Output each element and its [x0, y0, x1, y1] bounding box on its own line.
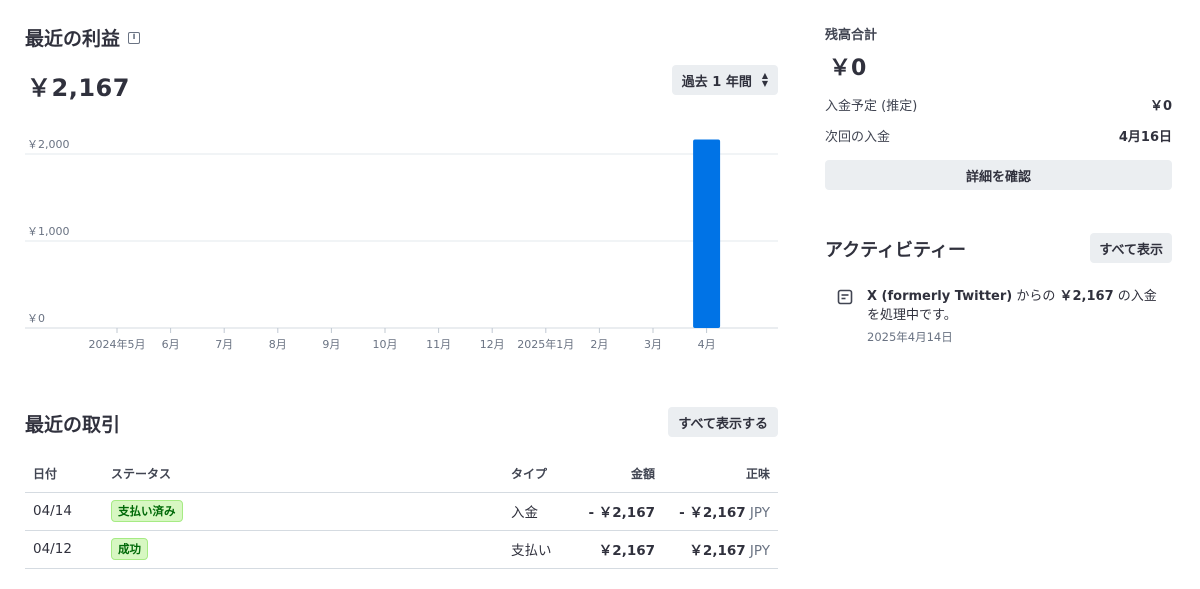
status-badge: 成功	[111, 538, 148, 560]
x-tick-label: 9月	[322, 338, 340, 351]
x-tick-label: 8月	[269, 338, 287, 351]
tx-net: ￥2,167	[689, 543, 746, 559]
balance-amount: ￥0	[829, 56, 867, 81]
y-tick-label: ￥0	[27, 312, 45, 325]
next-payout-label: 次回の入金	[825, 130, 891, 145]
period-select-label: 過去 1 年間	[681, 74, 752, 90]
next-payout-row: 次回の入金 4月16日	[825, 126, 1172, 145]
x-tick-label: 2024年5月	[89, 337, 146, 351]
tx-date: 04/12	[25, 530, 103, 569]
activity-source: X (formerly Twitter)	[867, 289, 1013, 304]
earnings-amount: ￥2,167	[27, 74, 130, 102]
x-tick-label: 10月	[373, 338, 398, 351]
tx-amount: - ￥2,167	[573, 492, 663, 531]
table-row[interactable]: 04/14 支払い済み 入金 - ￥2,167 - ￥2,167 JPY	[25, 492, 778, 531]
transactions-title: 最近の取引	[25, 414, 121, 436]
transactions-table: 日付 ステータス タイプ 金額 正味 04/14 支払い済み 入金 - ￥2,1…	[25, 455, 778, 569]
earnings-header: 最近の利益 i	[25, 24, 141, 51]
col-status: ステータス	[103, 455, 503, 493]
activity-title: アクティビティー	[825, 240, 966, 261]
activity-date: 2025年4月14日	[867, 330, 953, 344]
expected-payout-label: 入金予定 (推定)	[825, 99, 918, 114]
chevron-up-down-icon: ▲ ▼	[761, 71, 768, 88]
balance-label: 残高合計	[825, 28, 878, 43]
x-tick-label: 12月	[480, 338, 505, 351]
tx-currency: JPY	[749, 543, 770, 559]
earnings-chart: ￥2,000 ￥1,000 ￥0 2024年5月 6月 7月 8月 9月 10月 11月 12月 20…	[25, 138, 778, 351]
tx-amount: ￥2,167	[573, 530, 663, 569]
y-tick-label: ￥2,000	[27, 138, 70, 151]
table-row[interactable]: 04/12 成功 支払い ￥2,167 ￥2,167 JPY	[25, 530, 778, 569]
next-payout-value: 4月16日	[1118, 130, 1172, 145]
tx-type: 入金	[503, 492, 573, 531]
y-tick-label: ￥1,000	[27, 225, 70, 238]
view-details-button[interactable]: 詳細を確認	[825, 160, 1172, 190]
period-select[interactable]: 過去 1 年間 ▲ ▼	[671, 65, 778, 95]
x-tick-label: 2025年1月	[517, 337, 574, 351]
tx-type: 支払い	[503, 530, 573, 569]
tx-net: - ￥2,167	[679, 505, 746, 521]
col-type: タイプ	[503, 455, 573, 493]
x-tick-label: 2月	[590, 338, 608, 351]
col-net: 正味	[663, 455, 778, 493]
activity-text-a: からの	[1012, 289, 1060, 304]
activity-item[interactable]: X (formerly Twitter) からの ￥2,167 の入金を処理中で…	[837, 287, 1167, 345]
earnings-title: 最近の利益	[25, 28, 121, 50]
balance-panel: 残高合計 ￥0 入金予定 (推定) ￥0 次回の入金 4月16日 詳細を確認 ア…	[825, 0, 1172, 589]
payout-document-icon	[837, 289, 853, 305]
tx-currency: JPY	[749, 505, 770, 521]
col-amount: 金額	[573, 455, 663, 493]
activity-amount: ￥2,167	[1059, 289, 1114, 304]
activity-show-all-button[interactable]: すべて表示	[1090, 233, 1172, 263]
tx-date: 04/14	[25, 492, 103, 531]
expected-payout-row: 入金予定 (推定) ￥0	[825, 95, 1172, 114]
col-date: 日付	[25, 455, 103, 493]
expected-payout-value: ￥0	[1149, 99, 1172, 114]
activity-text: X (formerly Twitter) からの ￥2,167 の入金を処理中で…	[867, 287, 1167, 325]
x-tick-label: 4月	[698, 338, 716, 351]
x-tick-label: 6月	[162, 338, 180, 351]
x-tick-label: 3月	[644, 338, 662, 351]
info-icon[interactable]: i	[128, 31, 141, 44]
table-header-row: 日付 ステータス タイプ 金額 正味	[25, 455, 778, 493]
status-badge: 支払い済み	[111, 500, 183, 522]
x-tick-label: 11月	[426, 338, 451, 351]
x-tick-label: 7月	[215, 338, 233, 351]
chart-bar	[693, 139, 721, 328]
earnings-panel: 最近の利益 i ￥2,167 過去 1 年間 ▲ ▼ ￥2,000 ￥1,000 ￥0…	[25, 0, 778, 589]
transactions-show-all-button[interactable]: すべて表示する	[668, 407, 778, 437]
